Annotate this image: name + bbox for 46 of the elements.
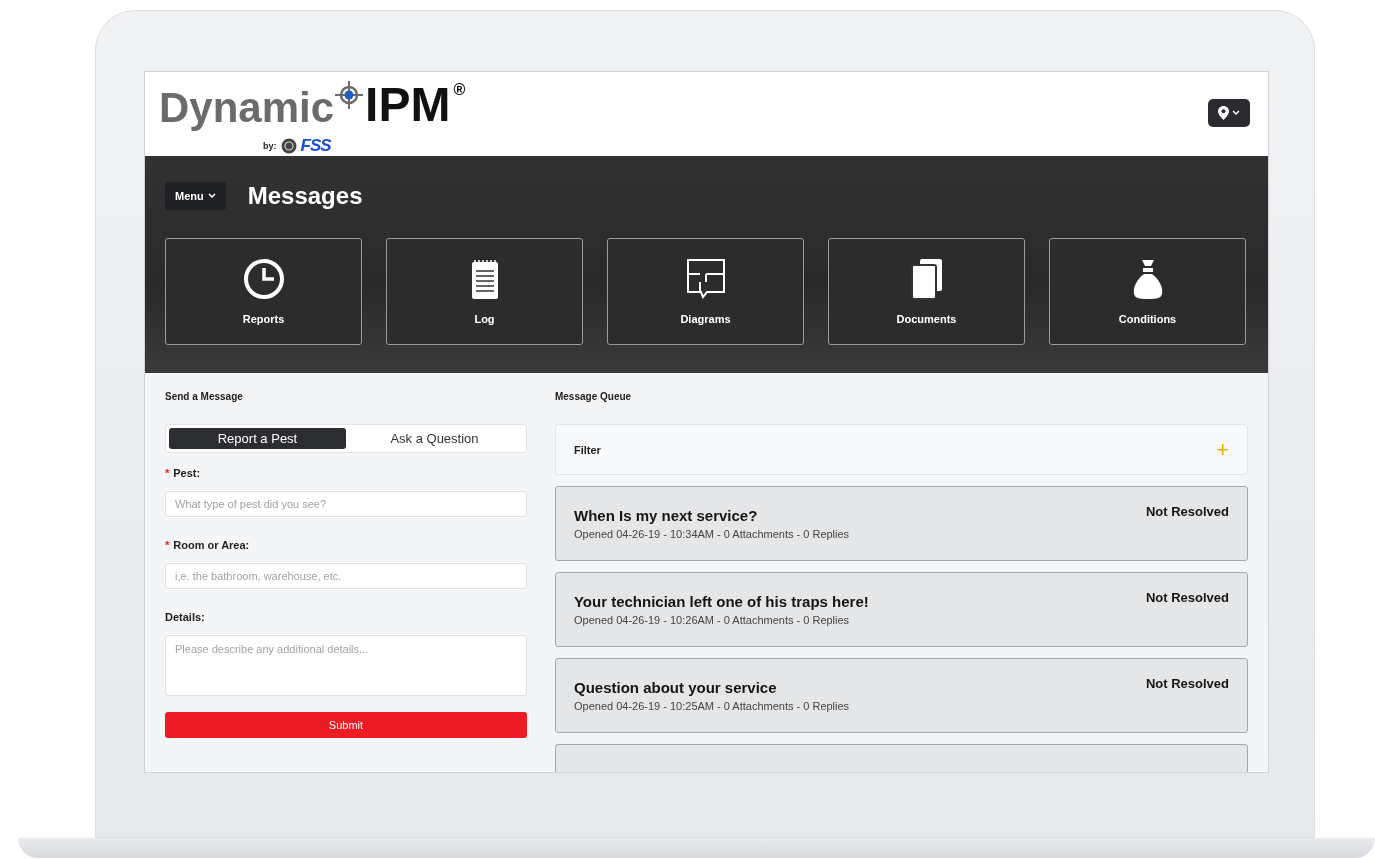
message-title: Question about your service — [573, 679, 778, 696]
filter-label: Filter — [573, 443, 601, 456]
caret-icon — [1232, 110, 1240, 116]
nav-tile[interactable]: Reports — [165, 238, 362, 345]
status-label: Not Resolved — [1145, 590, 1229, 607]
page-title: Messages — [247, 182, 363, 210]
logo-word: Dynamic — [159, 83, 335, 134]
nav-tile[interactable]: Diagrams — [607, 238, 804, 345]
submit-button[interactable]: Submit — [165, 712, 527, 738]
message-title: When Is my next service? — [573, 507, 759, 524]
partner-logo: FSS — [300, 135, 333, 156]
menu-button[interactable]: Menu — [165, 182, 226, 210]
nav-tile[interactable]: Conditions — [1049, 238, 1246, 345]
details-field[interactable]: Please describe any additional details... — [165, 635, 527, 696]
field-label: * Room or Area: — [165, 539, 251, 551]
message-meta: Opened 04-26-19 - 10:26AM - 0 Attachments - 0 Replies — [573, 614, 851, 626]
logo-mark: IPM — [365, 77, 451, 133]
form-tab[interactable]: Ask a Question — [346, 428, 523, 449]
input-field[interactable]: What type of pest did you see? — [165, 491, 527, 517]
field-label: * Pest: — [165, 467, 202, 479]
floor-plan-icon — [685, 258, 726, 300]
section-heading: Message Queue — [554, 391, 633, 402]
status-label: Not Resolved — [1145, 504, 1229, 521]
message-card[interactable]: Your technician left one of his traps here! Opened 04-26-19 - 10:26AM - 0 Attachments - 0 Replies Not Resolved — [554, 572, 1248, 647]
form-tab[interactable]: Report a Pest — [169, 428, 346, 449]
map-pin-icon — [1218, 106, 1229, 120]
notepad-icon — [470, 258, 499, 300]
location-button[interactable] — [1208, 99, 1250, 127]
registered-mark: ® — [453, 82, 466, 98]
caret-icon — [207, 193, 216, 199]
crosshair-icon — [334, 79, 365, 110]
nav-tile[interactable]: Log — [386, 238, 583, 345]
message-card[interactable]: Question about your service Opened 04-26-19 - 10:25AM - 0 Attachments - 0 Replies Not Resolved — [554, 658, 1248, 733]
clock-icon — [242, 258, 285, 300]
documents-icon — [909, 258, 944, 300]
nav-tile[interactable]: Documents — [828, 238, 1025, 345]
message-card[interactable]: When Is my next service? Opened 04-26-19 - 10:34AM - 0 Attachments - 0 Replies Not Resolved — [554, 486, 1248, 561]
input-field[interactable]: i,e. the bathroom, warehouse, etc. — [165, 563, 527, 589]
status-label: Not Resolved — [1145, 676, 1229, 693]
logo-byline: by: — [263, 140, 277, 151]
message-title: Your technician left one of his traps here! — [573, 593, 869, 610]
field-label: Details: — [165, 611, 206, 623]
message-meta: Opened 04-26-19 - 10:25AM - 0 Attachments - 0 Replies — [573, 700, 850, 712]
sack-icon — [1131, 258, 1164, 300]
section-heading: Send a Message — [165, 391, 244, 402]
message-meta: Opened 04-26-19 - 10:34AM - 0 Attachments - 0 Replies — [573, 528, 850, 540]
